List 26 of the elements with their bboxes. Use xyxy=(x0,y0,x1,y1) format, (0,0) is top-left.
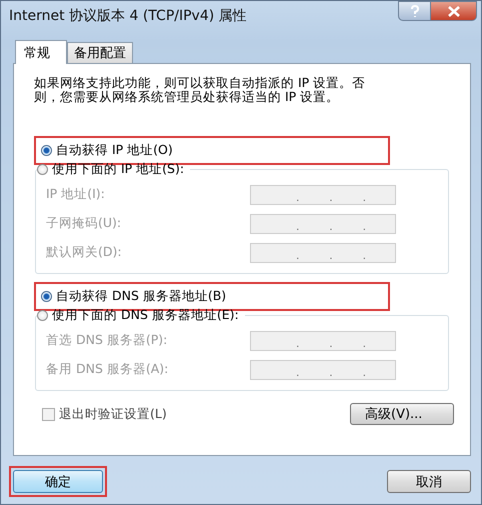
field-label: 默认网关(D): xyxy=(46,244,122,261)
tab[interactable]: 常规 xyxy=(15,40,67,64)
field-label: IP 地址(I): xyxy=(46,186,105,203)
tab[interactable]: 备用配置 xyxy=(67,42,133,63)
cancel-button[interactable]: 取消 xyxy=(387,470,471,493)
radio-label: 使用下面的 IP 地址(S): xyxy=(52,161,184,178)
checkbox-label: 退出时验证设置(L) xyxy=(59,406,167,422)
close-button[interactable] xyxy=(431,1,477,21)
description-text: 如果网络支持此功能，则可以获取自动指派的 IP 设置。否则，您需要从网络系统管理员处获得适当的 IP 设置。 xyxy=(34,76,366,104)
window-title: Internet 协议版本 4 (TCP/IPv4) 属性 xyxy=(9,7,247,25)
radio-label: 使用下面的 DNS 服务器地址(E): xyxy=(52,307,239,324)
advanced-button[interactable]: 高级(V)... xyxy=(350,403,454,425)
ok-button[interactable]: 确定 xyxy=(13,470,103,493)
radio-button[interactable] xyxy=(37,310,48,321)
field-label: 首选 DNS 服务器(P): xyxy=(46,332,168,349)
radio-button[interactable] xyxy=(41,291,52,302)
help-button[interactable] xyxy=(398,1,431,21)
help-icon xyxy=(410,4,420,18)
field-label: 备用 DNS 服务器(A): xyxy=(46,361,168,378)
radio-label: 自动获得 IP 地址(O) xyxy=(56,142,173,159)
close-icon xyxy=(448,6,460,16)
radio-button[interactable] xyxy=(37,164,48,175)
checkbox[interactable] xyxy=(42,408,55,420)
radio-button[interactable] xyxy=(41,145,52,156)
field-label: 子网掩码(U): xyxy=(46,215,122,232)
radio-label: 自动获得 DNS 服务器地址(B) xyxy=(56,288,226,305)
